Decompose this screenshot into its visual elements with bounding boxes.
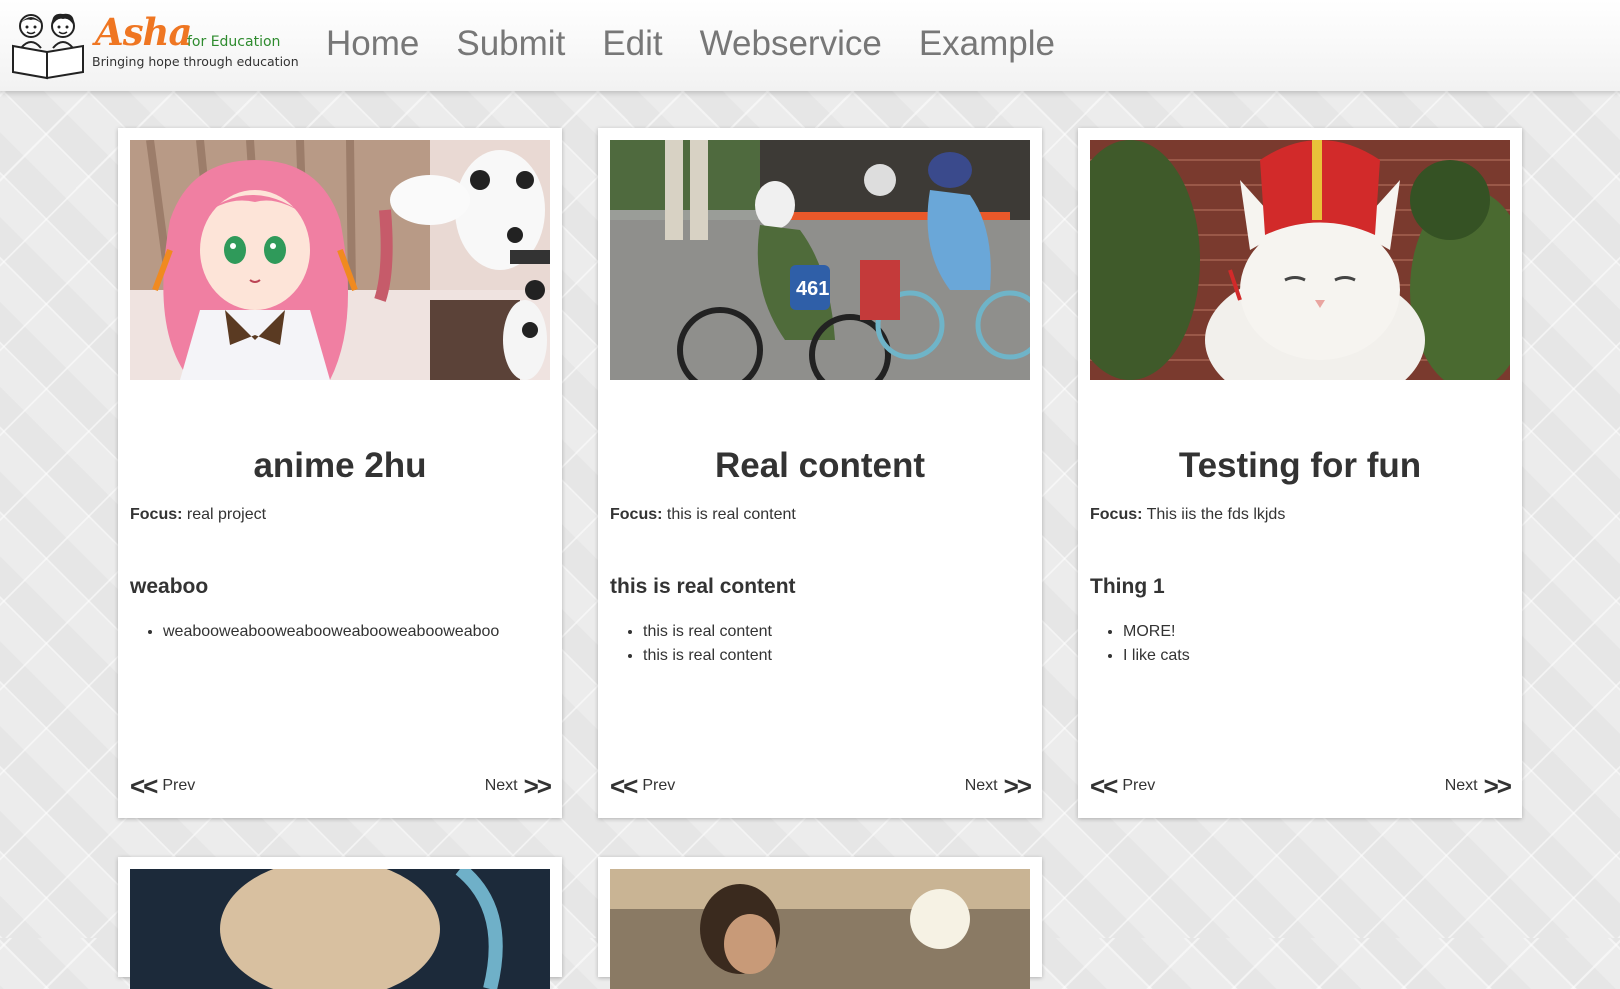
double-right-arrow-icon: >>: [1483, 771, 1512, 801]
logo-tagline: Bringing hope through education: [92, 54, 299, 69]
focus-label: Focus:: [1090, 506, 1143, 523]
card-focus: Focus: this is real content: [610, 506, 796, 524]
card-subheading: this is real content: [610, 575, 796, 598]
project-card: [598, 857, 1042, 989]
double-left-arrow-icon: <<: [130, 771, 158, 801]
double-right-arrow-icon: >>: [523, 771, 552, 801]
card-subheading: Thing 1: [1090, 575, 1165, 598]
focus-label: Focus:: [610, 506, 663, 523]
main-nav: Home Submit Edit Webservice Example: [326, 22, 1055, 66]
card-subheading: weaboo: [130, 575, 209, 598]
double-right-arrow-icon: >>: [1003, 771, 1032, 801]
project-image: [130, 869, 550, 989]
next-button[interactable]: Next >>: [964, 771, 1032, 801]
logo-wordmark: Asha: [95, 10, 192, 54]
card-bullet-list: MORE! I like cats: [1090, 620, 1190, 668]
project-card: [118, 857, 562, 989]
list-item: weabooweabooweabooweabooweabooweaboo: [163, 620, 499, 644]
white-cat-with-red-hat-image: [1090, 140, 1510, 380]
list-item: MORE!: [1123, 620, 1190, 644]
card-title: anime 2hu: [253, 446, 427, 485]
nav-example-link[interactable]: Example: [919, 22, 1055, 66]
nav-edit-link[interactable]: Edit: [602, 22, 662, 66]
double-left-arrow-icon: <<: [610, 771, 638, 801]
project-image: [610, 869, 1030, 989]
top-navbar: Asha for Education Bringing hope through…: [0, 0, 1620, 91]
project-image: [1090, 140, 1510, 380]
nav-webservice-link[interactable]: Webservice: [700, 22, 882, 66]
nav-submit-link[interactable]: Submit: [456, 22, 565, 66]
project-image: 461: [610, 140, 1030, 380]
card-title: Real content: [714, 446, 926, 485]
kids-bicycle-race-image: 461: [610, 140, 1030, 380]
prev-label: Prev: [642, 777, 676, 794]
prev-button[interactable]: << Prev: [610, 773, 675, 799]
next-label: Next: [1444, 777, 1478, 794]
card-focus: Focus: real project: [130, 506, 266, 524]
next-label: Next: [484, 777, 518, 794]
project-card: Testing for fun Focus: This iis the fds …: [1078, 128, 1522, 818]
focus-value: this is real content: [666, 506, 796, 523]
anime-girl-and-dalmatian-image: [130, 140, 550, 380]
next-button[interactable]: Next >>: [1444, 771, 1512, 801]
prev-button[interactable]: << Prev: [1090, 773, 1155, 799]
asha-logo[interactable]: Asha for Education Bringing hope through…: [7, 8, 299, 80]
list-item: this is real content: [643, 644, 772, 668]
project-image: [130, 140, 550, 380]
card-bullet-list: weabooweabooweabooweabooweabooweaboo: [130, 620, 499, 644]
children-reading-icon: [12, 13, 84, 80]
list-item: I like cats: [1123, 644, 1190, 668]
card-title: Testing for fun: [1178, 446, 1422, 485]
focus-label: Focus:: [130, 506, 183, 523]
project-card: 461 Real content Focus: this is real con…: [598, 128, 1042, 818]
blurry-photo-image: [130, 869, 550, 989]
prev-button[interactable]: << Prev: [130, 773, 195, 799]
card-focus: Focus: This iis the fds lkjds: [1090, 506, 1285, 524]
list-item: this is real content: [643, 620, 772, 644]
person-photo-image: [610, 869, 1030, 989]
next-label: Next: [964, 777, 998, 794]
prev-label: Prev: [162, 777, 196, 794]
nav-home-link[interactable]: Home: [326, 22, 419, 66]
focus-value: This iis the fds lkjds: [1146, 506, 1286, 523]
next-button[interactable]: Next >>: [484, 771, 552, 801]
prev-label: Prev: [1122, 777, 1156, 794]
card-bullet-list: this is real content this is real conten…: [610, 620, 772, 668]
project-card: anime 2hu Focus: real project weaboo wea…: [118, 128, 562, 818]
logo-suffix: for Education: [187, 34, 281, 50]
svg-text:461: 461: [796, 278, 829, 300]
double-left-arrow-icon: <<: [1090, 771, 1118, 801]
focus-value: real project: [186, 506, 267, 523]
